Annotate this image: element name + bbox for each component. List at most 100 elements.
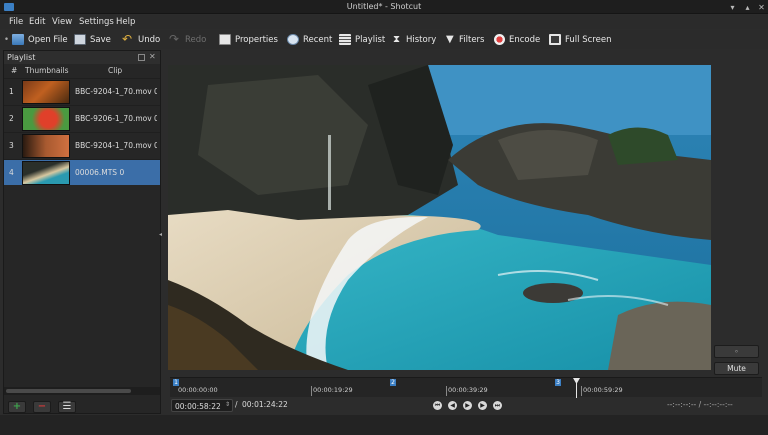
column-header-thumbnails[interactable]: Thumbnails <box>25 66 69 77</box>
video-preview <box>168 65 711 370</box>
full-screen-label: Full Screen <box>565 34 612 45</box>
full-screen-button[interactable]: Full Screen <box>549 33 611 46</box>
clip-name: BBC-9204-1_70.mov 0 <box>75 87 157 96</box>
splitter-handle[interactable]: ◂ <box>159 231 162 238</box>
playlist-panel-header: Playlist ✕ <box>4 51 160 64</box>
playlist-panel-title: Playlist <box>7 53 36 62</box>
playlist-panel: Playlist ✕ # Thumbnails Clip 1 BBC-9204-… <box>3 50 161 414</box>
menu-help[interactable]: Help <box>116 17 135 27</box>
filter-icon: ▼ <box>446 34 454 45</box>
tick-label: 00:00:00:00 <box>178 386 218 394</box>
horizontal-scrollbar[interactable] <box>4 387 160 395</box>
close-panel-icon[interactable]: ✕ <box>149 52 156 61</box>
position-spinbox[interactable]: 00:00:58:22 ⇕ <box>171 399 233 412</box>
playlist-buttons: + − ☰ <box>4 399 160 415</box>
column-header-clip[interactable]: Clip <box>108 66 122 77</box>
tick-label: 00:00:19:29 <box>313 386 353 394</box>
open-file-button[interactable]: • Open File <box>4 33 68 46</box>
undo-label: Undo <box>138 34 161 45</box>
properties-icon <box>219 34 231 45</box>
redo-button[interactable]: ↷ Redo <box>169 33 206 46</box>
rewind-icon[interactable]: ◀ <box>448 401 457 410</box>
save-button[interactable]: Save <box>74 33 111 46</box>
time-separator: / <box>235 400 238 409</box>
clip-name: BBC-9204-1_70.mov 0 <box>75 141 157 150</box>
tick-label: 00:00:39:29 <box>448 386 488 394</box>
history-label: History <box>406 34 437 45</box>
marker-2[interactable]: 2 <box>390 379 396 386</box>
full-screen-icon <box>549 34 561 45</box>
transport-bar: 00:00:58:22 ⇕ / 00:01:24:22 ⏮ ◀ ▶ ▶ ⏭ --… <box>168 398 766 414</box>
menu-edit[interactable]: Edit <box>29 17 45 27</box>
menu-settings[interactable]: Settings <box>79 17 114 27</box>
undo-icon: ↶ <box>122 32 133 46</box>
playhead-line <box>576 383 577 398</box>
row-number: 1 <box>9 87 14 96</box>
clip-name: 00006.MTS 0 <box>75 168 125 177</box>
encode-label: Encode <box>509 34 541 45</box>
row-number: 4 <box>9 168 14 177</box>
minimize-icon[interactable]: ▾ <box>728 3 737 12</box>
tick-label: 00:00:59:29 <box>583 386 623 394</box>
encode-button[interactable]: Encode <box>494 33 540 46</box>
tick-line <box>446 386 447 396</box>
row-number: 2 <box>9 114 14 123</box>
playlist-row[interactable]: 4 00006.MTS 0 <box>4 159 160 185</box>
status-bar <box>0 415 768 435</box>
open-file-label: Open File <box>28 34 68 45</box>
mute-button[interactable]: Mute <box>714 362 759 375</box>
properties-button[interactable]: Properties <box>219 33 278 46</box>
column-header-number[interactable]: # <box>11 66 17 77</box>
playlist-icon <box>339 34 351 45</box>
timeline-ruler[interactable]: 1 2 3 00:00:00:00 00:00:19:29 00:00:39:2… <box>170 377 762 398</box>
marker-1[interactable]: 1 <box>173 379 179 386</box>
menu-bar: File Edit View Settings Help <box>0 15 768 29</box>
filters-button[interactable]: ▼ Filters <box>446 33 484 46</box>
undo-button[interactable]: ↶ Undo <box>122 33 160 46</box>
fast-forward-icon[interactable]: ▶ <box>478 401 487 410</box>
remove-clip-button[interactable]: − <box>33 401 51 413</box>
playlist-row[interactable]: 1 BBC-9204-1_70.mov 0 <box>4 78 160 104</box>
volume-button[interactable]: ◦ <box>714 345 759 358</box>
redo-label: Redo <box>185 34 207 45</box>
save-icon <box>74 34 86 45</box>
recent-label: Recent <box>303 34 333 45</box>
marker-3[interactable]: 3 <box>555 379 561 386</box>
window-title: Untitled* - Shotcut <box>346 2 422 11</box>
clip-name: BBC-9206-1_70.mov 0 <box>75 114 157 123</box>
playlist-button[interactable]: Playlist <box>339 33 385 46</box>
recent-icon <box>287 34 299 45</box>
clip-thumbnail <box>22 134 70 158</box>
playlist-label: Playlist <box>355 34 386 45</box>
total-duration: 00:01:24:22 <box>242 400 288 409</box>
toolbar: • Open File Save ↶ Undo ↷ Redo Propertie… <box>0 30 768 49</box>
save-label: Save <box>90 34 111 45</box>
coastline-video-frame <box>168 65 711 370</box>
menu-view[interactable]: View <box>52 17 72 27</box>
playlist-row[interactable]: 2 BBC-9206-1_70.mov 0 <box>4 105 160 131</box>
maximize-icon[interactable]: ▴ <box>743 3 752 12</box>
clip-thumbnail <box>22 80 70 104</box>
filters-label: Filters <box>459 34 485 45</box>
skip-next-icon[interactable]: ⏭ <box>493 401 502 410</box>
menu-file[interactable]: File <box>9 17 23 27</box>
history-icon: ⧗ <box>393 34 401 45</box>
playlist-menu-button[interactable]: ☰ <box>58 401 76 413</box>
close-icon[interactable]: ✕ <box>757 3 766 12</box>
skip-previous-icon[interactable]: ⏮ <box>433 401 442 410</box>
properties-label: Properties <box>235 34 278 45</box>
recent-button[interactable]: Recent <box>287 33 332 46</box>
title-bar: Untitled* - Shotcut ▾ ▴ ✕ <box>0 0 768 14</box>
tick-line <box>311 386 312 396</box>
float-icon[interactable] <box>138 54 145 61</box>
spin-arrows-icon: ⇕ <box>225 401 231 408</box>
play-icon[interactable]: ▶ <box>463 401 472 410</box>
history-button[interactable]: ⧗ History <box>393 33 436 46</box>
tick-line <box>581 386 582 396</box>
clip-thumbnail <box>22 107 70 131</box>
current-time: 00:00:58:22 <box>175 402 221 411</box>
add-clip-button[interactable]: + <box>8 401 26 413</box>
record-icon <box>494 34 505 45</box>
scrollbar-thumb[interactable] <box>6 389 131 393</box>
playlist-row[interactable]: 3 BBC-9204-1_70.mov 0 <box>4 132 160 158</box>
